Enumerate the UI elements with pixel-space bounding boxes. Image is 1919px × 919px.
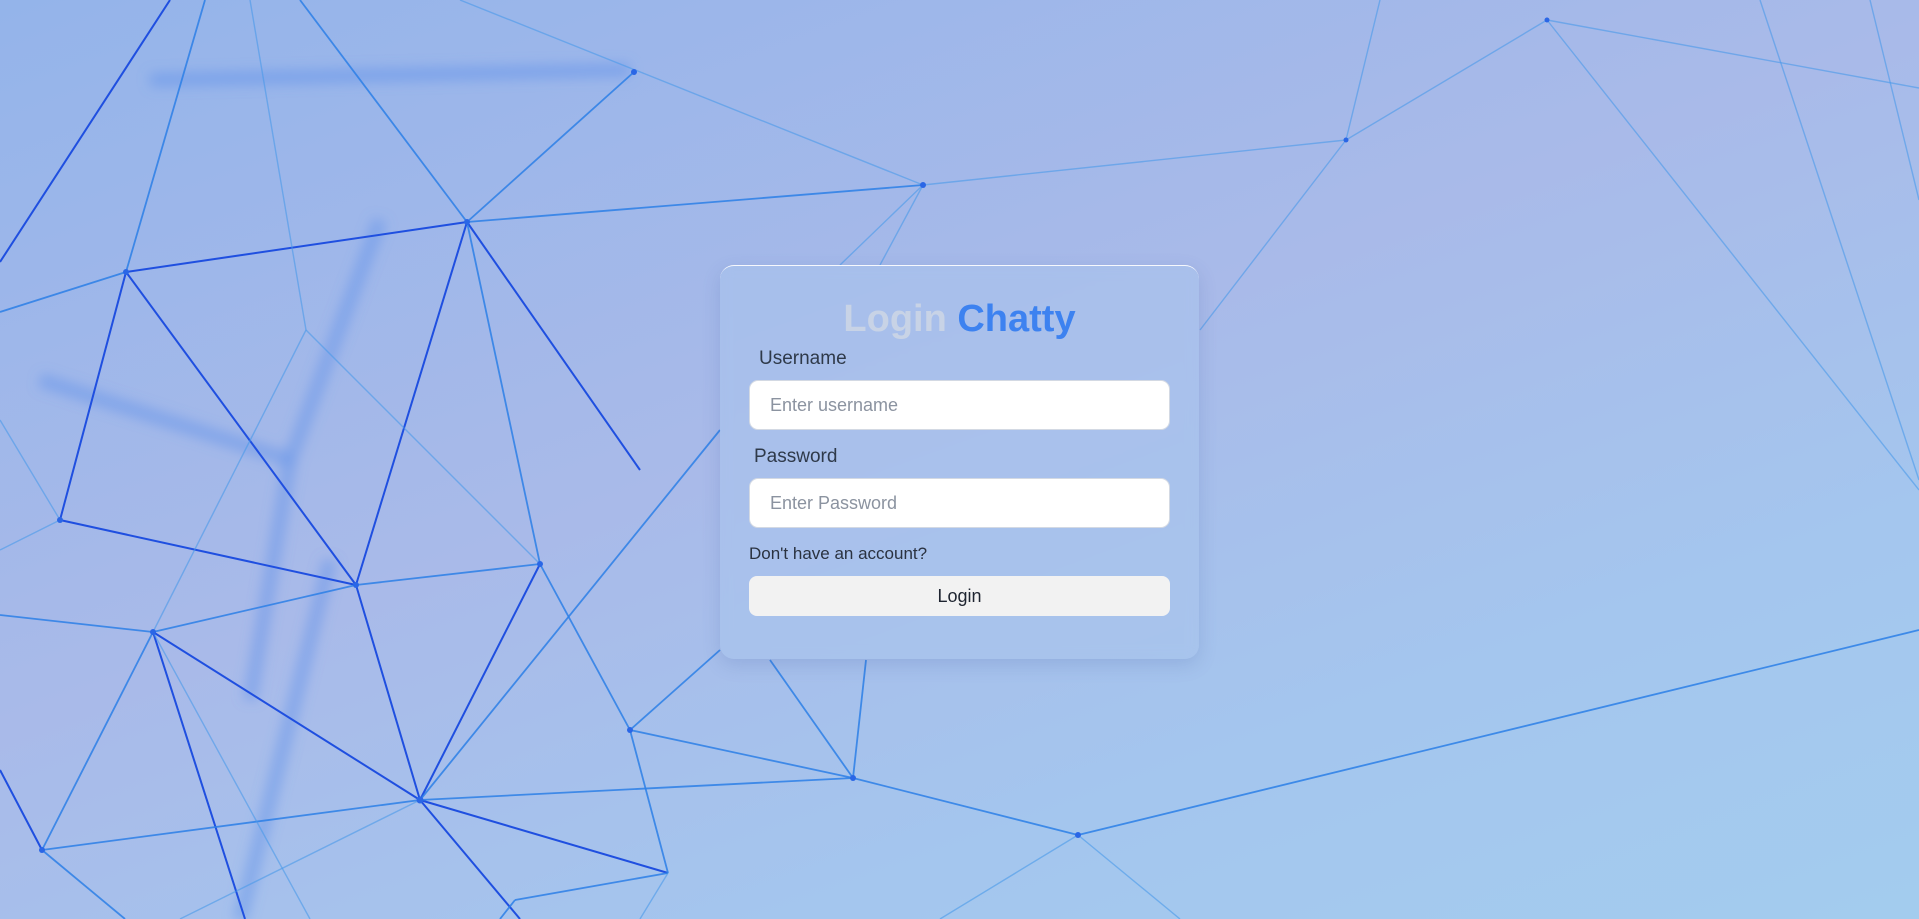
title-word-login: Login: [843, 298, 947, 340]
username-input[interactable]: [749, 380, 1170, 430]
password-label: Password: [754, 446, 838, 467]
login-card: Login Chatty Username Password Don't hav…: [720, 265, 1199, 659]
login-title: Login Chatty: [749, 296, 1170, 342]
background-blur-lines: [37, 63, 631, 919]
password-input[interactable]: [749, 478, 1170, 528]
username-label: Username: [759, 348, 847, 369]
title-word-brand: Chatty: [957, 298, 1076, 340]
signup-link[interactable]: Don't have an account?: [749, 542, 1170, 566]
background-mesh-dark: [0, 0, 669, 919]
login-button[interactable]: Login: [749, 576, 1170, 616]
